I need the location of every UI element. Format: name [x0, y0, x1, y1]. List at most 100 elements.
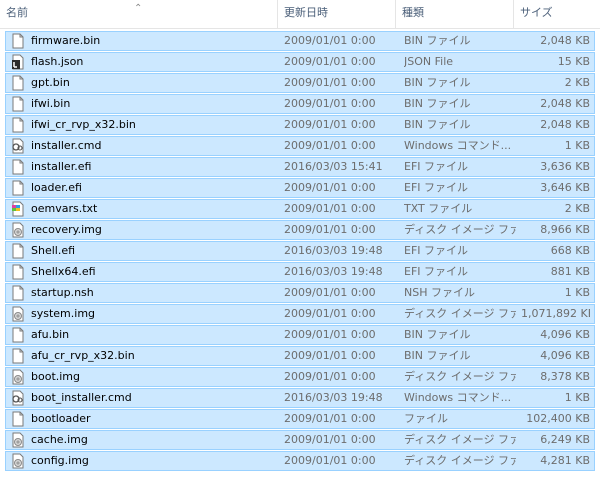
file-row[interactable]: boot.img 2009/01/01 0:00 ディスク イメージ ファ 8,378… [5, 367, 595, 387]
file-modified-date: 2009/01/01 0:00 [284, 433, 376, 446]
file-name: afu.bin [31, 328, 70, 341]
file-size: 102,400 KB [526, 412, 590, 425]
file-type: EFI ファイル [404, 244, 469, 257]
file-row[interactable]: afu.bin 2009/01/01 0:00 BIN ファイル 4,096 KB [5, 325, 595, 345]
disk-image-icon [10, 222, 26, 238]
json-file-icon [10, 54, 26, 70]
file-modified-date: 2009/01/01 0:00 [284, 454, 376, 467]
file-size: 3,646 KB [540, 181, 590, 194]
file-size: 1 KB [564, 391, 590, 404]
file-size: 881 KB [550, 265, 590, 278]
file-modified-date: 2009/01/01 0:00 [284, 118, 376, 131]
file-name: config.img [31, 454, 89, 467]
file-name: boot.img [31, 370, 81, 383]
file-size: 1 KB [564, 286, 590, 299]
file-modified-date: 2009/01/01 0:00 [284, 202, 376, 215]
file-row[interactable]: recovery.img 2009/01/01 0:00 ディスク イメージ ファ 8… [5, 220, 595, 240]
file-row[interactable]: config.img 2009/01/01 0:00 ディスク イメージ ファ 4,2… [5, 451, 595, 471]
file-size: 6,249 KB [540, 433, 590, 446]
file-size: 2 KB [564, 202, 590, 215]
file-name: installer.efi [31, 160, 92, 173]
file-size: 2,048 KB [540, 34, 590, 47]
file-name: startup.nsh [31, 286, 94, 299]
file-modified-date: 2009/01/01 0:00 [284, 286, 376, 299]
file-size: 15 KB [557, 55, 590, 68]
generic-file-icon [10, 117, 26, 133]
file-size: 8,378 KB [540, 370, 590, 383]
file-row[interactable]: gpt.bin 2009/01/01 0:00 BIN ファイル 2 KB [5, 73, 595, 93]
file-name: bootloader [31, 412, 91, 425]
file-row[interactable]: boot_installer.cmd 2016/03/03 19:48 Window… [5, 388, 595, 408]
file-type: ファイル [404, 412, 448, 425]
file-name: ifwi_cr_rvp_x32.bin [31, 118, 136, 131]
file-row[interactable]: ifwi.bin 2009/01/01 0:00 BIN ファイル 2,048 KB [5, 94, 595, 114]
disk-image-icon [10, 432, 26, 448]
generic-file-icon [10, 180, 26, 196]
file-row[interactable]: installer.cmd 2009/01/01 0:00 Windows コマンド… [5, 136, 595, 156]
column-header: 名前 ⌃ 更新日時 種類 サイズ [0, 0, 600, 29]
file-name: installer.cmd [31, 139, 102, 152]
column-header-name[interactable]: 名前 ⌃ [0, 0, 278, 28]
file-type: ディスク イメージ ファ [404, 307, 516, 320]
file-row[interactable]: afu_cr_rvp_x32.bin 2009/01/01 0:00 BIN ファイ… [5, 346, 595, 366]
file-modified-date: 2016/03/03 19:48 [284, 265, 383, 278]
file-type: EFI ファイル [404, 160, 469, 173]
file-row[interactable]: flash.json 2009/01/01 0:00 JSON File 15 KB [5, 52, 595, 72]
generic-file-icon [10, 159, 26, 175]
file-type: JSON File [404, 55, 454, 68]
file-type: Windows コマンド... [404, 391, 512, 404]
file-type: BIN ファイル [404, 97, 471, 110]
column-header-date[interactable]: 更新日時 [278, 0, 396, 28]
file-name: boot_installer.cmd [31, 391, 132, 404]
file-size: 668 KB [550, 244, 590, 257]
file-modified-date: 2009/01/01 0:00 [284, 97, 376, 110]
file-row[interactable]: installer.efi 2016/03/03 15:41 EFI ファイル 3,6… [5, 157, 595, 177]
file-list: firmware.bin 2009/01/01 0:00 BIN ファイル 2,048… [5, 31, 595, 472]
file-size: 1 KB [564, 139, 590, 152]
file-size: 2 KB [564, 76, 590, 89]
sort-ascending-icon: ⌃ [134, 3, 143, 14]
file-modified-date: 2009/01/01 0:00 [284, 328, 376, 341]
file-row[interactable]: system.img 2009/01/01 0:00 ディスク イメージ ファ 1,0… [5, 304, 595, 324]
file-size: 4,281 KB [540, 454, 590, 467]
file-size: 8,966 KB [540, 223, 590, 236]
file-type: ディスク イメージ ファ [404, 433, 516, 446]
file-name: flash.json [31, 55, 84, 68]
file-modified-date: 2016/03/03 19:48 [284, 244, 383, 257]
column-header-size[interactable]: サイズ [514, 0, 600, 28]
file-name: recovery.img [31, 223, 102, 236]
file-type: Windows コマンド... [404, 139, 512, 152]
file-row[interactable]: loader.efi 2009/01/01 0:00 EFI ファイル 3,646 K… [5, 178, 595, 198]
file-name: cache.img [31, 433, 88, 446]
file-type: BIN ファイル [404, 34, 471, 47]
generic-file-icon [10, 411, 26, 427]
file-name: ifwi.bin [31, 97, 71, 110]
file-row[interactable]: cache.img 2009/01/01 0:00 ディスク イメージ ファ 6,24… [5, 430, 595, 450]
file-name: Shell.efi [31, 244, 76, 257]
column-header-name-label: 名前 [6, 6, 28, 19]
file-type: BIN ファイル [404, 118, 471, 131]
file-modified-date: 2009/01/01 0:00 [284, 55, 376, 68]
file-name: oemvars.txt [31, 202, 98, 215]
file-row[interactable]: oemvars.txt 2009/01/01 0:00 TXT ファイル 2 KB [5, 199, 595, 219]
file-modified-date: 2009/01/01 0:00 [284, 139, 376, 152]
file-modified-date: 2009/01/01 0:00 [284, 412, 376, 425]
generic-file-icon [10, 33, 26, 49]
file-row[interactable]: ifwi_cr_rvp_x32.bin 2009/01/01 0:00 BIN ファ… [5, 115, 595, 135]
file-row[interactable]: bootloader 2009/01/01 0:00 ファイル 102,400 KB [5, 409, 595, 429]
file-name: gpt.bin [31, 76, 70, 89]
file-row[interactable]: startup.nsh 2009/01/01 0:00 NSH ファイル 1 KB [5, 283, 595, 303]
file-row[interactable]: Shellx64.efi 2016/03/03 19:48 EFI ファイル 881 … [5, 262, 595, 282]
file-type: BIN ファイル [404, 349, 471, 362]
file-row[interactable]: firmware.bin 2009/01/01 0:00 BIN ファイル 2,048… [5, 31, 595, 51]
cmd-file-icon [10, 390, 26, 406]
file-name: afu_cr_rvp_x32.bin [31, 349, 135, 362]
file-modified-date: 2009/01/01 0:00 [284, 349, 376, 362]
file-name: system.img [31, 307, 96, 320]
file-size: 3,636 KB [540, 160, 590, 173]
column-header-type[interactable]: 種類 [396, 0, 514, 28]
cmd-file-icon [10, 138, 26, 154]
generic-file-icon [10, 327, 26, 343]
file-row[interactable]: Shell.efi 2016/03/03 19:48 EFI ファイル 668 KB [5, 241, 595, 261]
file-size: 2,048 KB [540, 118, 590, 131]
